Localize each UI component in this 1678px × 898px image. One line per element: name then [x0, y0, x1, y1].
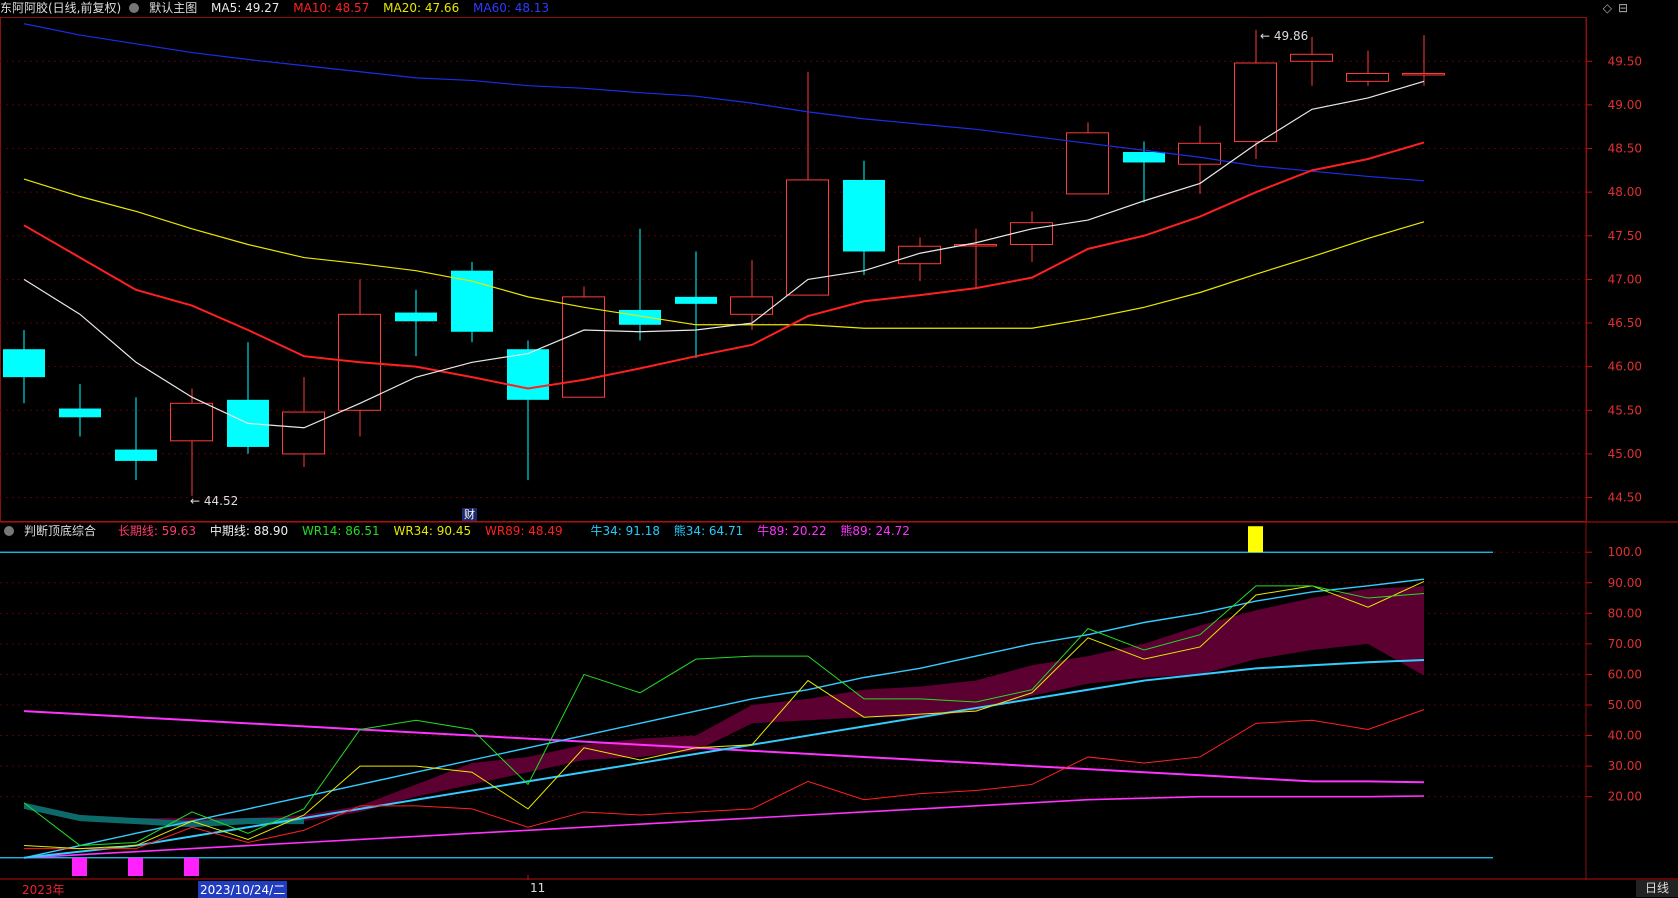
candle-body-up [1010, 222, 1053, 246]
price-axis-label: 49.50 [1608, 54, 1642, 68]
candle-body-down [1123, 152, 1165, 163]
ma20-line [23, 178, 1425, 329]
candle-body-down [59, 408, 101, 418]
candle-body-down [619, 309, 661, 325]
date-axis: 2023年 2023/10/24/二 11 日线 [0, 880, 1678, 898]
candle-body-down [675, 296, 717, 304]
price-axis-label: 44.50 [1608, 491, 1642, 505]
price-axis-label: 45.50 [1608, 403, 1642, 417]
price-axis-label: 47.00 [1608, 272, 1642, 286]
candle-body-down [115, 449, 157, 461]
year-label: 2023年 [22, 883, 65, 897]
ma10-line [23, 141, 1425, 390]
candle-body-down [451, 270, 493, 332]
candle-body-up [1234, 62, 1277, 143]
price-axis-label: 49.00 [1608, 98, 1642, 112]
period-tab[interactable]: 日线 [1636, 880, 1678, 897]
candle-body-down [3, 349, 45, 378]
indicator-axis-label: 100.0 [1608, 545, 1642, 559]
high-price-label: ← 49.86 [1260, 29, 1308, 43]
chart-canvas[interactable]: 49.50 49.00 48.50 48.00 47.50 47.00 46.50 46.00… [0, 0, 1678, 880]
indicator-axis-label: 40.00 [1608, 729, 1642, 743]
price-axis-label: 46.00 [1608, 360, 1642, 374]
price-axis-label: 45.00 [1608, 447, 1642, 461]
candle-body-up [898, 245, 941, 265]
indicator-axis-label: 20.00 [1608, 790, 1642, 804]
month-label: 11 [530, 881, 546, 895]
candle-body-up [1178, 142, 1221, 165]
bottom-signal-bar [128, 857, 143, 876]
candle-body-up [170, 402, 213, 442]
indicator-axis-label: 30.00 [1608, 759, 1642, 773]
niu89-line [23, 795, 1425, 859]
candle-body-up [282, 411, 325, 455]
indicator-axis-label: 50.00 [1608, 698, 1642, 712]
price-axis-label: 48.50 [1608, 142, 1642, 156]
bottom-signal-bar [184, 857, 199, 876]
candle-body-down [507, 349, 549, 400]
low-price-label: ← 44.52 [190, 494, 238, 508]
candle-body-up [1346, 72, 1389, 82]
financial-report-marker[interactable]: 财 [462, 508, 477, 521]
indicator-axis-label: 60.00 [1608, 667, 1642, 681]
candle-body-up [786, 179, 829, 296]
top-signal-bar [1248, 526, 1263, 553]
candle-body-up [1290, 53, 1333, 62]
bottom-signal-bar [72, 857, 87, 876]
indicator-axis-label: 90.00 [1608, 576, 1642, 590]
wr34-line [23, 580, 1425, 850]
niu34-line [23, 578, 1425, 859]
selected-date: 2023/10/24/二 [198, 881, 288, 898]
candle-body-down [395, 312, 437, 322]
indicator-axis-label: 80.00 [1608, 606, 1642, 620]
price-axis-label: 48.00 [1608, 185, 1642, 199]
candle-body-up [1402, 72, 1445, 76]
price-axis-label: 46.50 [1608, 316, 1642, 330]
candle-body-down [843, 179, 885, 252]
price-axis-label: 47.50 [1608, 229, 1642, 243]
ma5-line [23, 80, 1425, 429]
indicator-axis-label: 70.00 [1608, 637, 1642, 651]
